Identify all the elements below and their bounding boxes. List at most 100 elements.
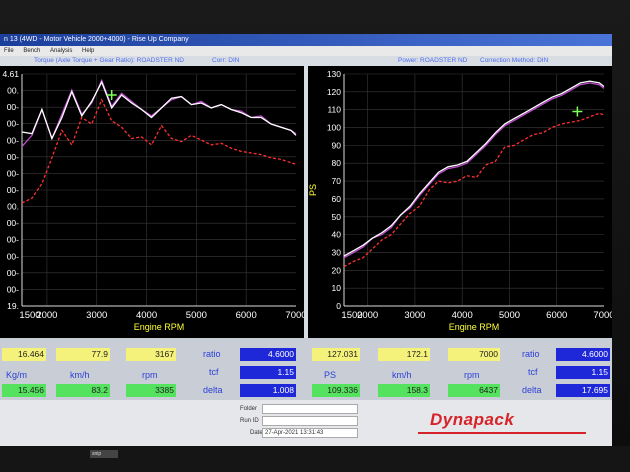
x-tick-label: 3000	[404, 310, 425, 321]
y-tick-label: 120	[327, 87, 341, 97]
y-tick-label: 19.	[7, 301, 19, 311]
folder-label: Folder	[240, 406, 258, 412]
x-tick-label: 5000	[499, 310, 520, 321]
y-tick-label: 00-	[7, 284, 19, 294]
left-label-tcf: tcf	[209, 367, 219, 377]
y-tick-label: 00.	[7, 202, 19, 212]
x-tick-label: 7000	[285, 310, 304, 321]
y-axis-label: PS	[308, 184, 318, 196]
right-unit-2: km/h	[392, 370, 412, 380]
menu-file[interactable]: File	[4, 48, 14, 54]
y-tick-label: 00-	[7, 185, 19, 195]
y-tick-label: 60	[332, 194, 342, 204]
left-delta-value: 1.008	[240, 384, 296, 397]
right-row2-value-1: 109.336	[312, 384, 360, 397]
x-tick-label: 4000	[452, 310, 473, 321]
right-ratio-value: 4.6000	[556, 348, 610, 361]
y-tick-label: 30	[332, 247, 342, 257]
left-label-delta: delta	[203, 385, 223, 395]
run-id-label: Run ID	[240, 418, 259, 424]
left-row1-value-2: 77.9	[56, 348, 110, 361]
y-tick-label: 4.61	[2, 69, 19, 79]
cursor-marker[interactable]	[572, 106, 583, 117]
y-tick-label: 90	[332, 140, 342, 150]
series-line-2	[343, 80, 605, 257]
y-tick-label: 130	[327, 69, 341, 79]
dynapack-logo: Dynapack	[430, 410, 515, 429]
left-unit-2: km/h	[70, 370, 90, 380]
x-tick-label: 7000	[593, 310, 612, 321]
y-tick-label: 00-	[7, 135, 19, 145]
run-id-field[interactable]	[262, 416, 358, 426]
x-tick-label: 4000	[136, 310, 157, 321]
y-tick-label: 00-	[7, 119, 19, 129]
left-tcf-value: 1.15	[240, 366, 296, 379]
left-unit-3: rpm	[142, 370, 158, 380]
footer: Folder Run ID Date 27-Apr-2021 13:31:43	[0, 400, 612, 446]
x-axis-label: Engine RPM	[449, 322, 500, 332]
left-unit-1: Kg/m	[6, 370, 28, 380]
date-field: 27-Apr-2021 13:31:43	[262, 428, 358, 438]
right-row1-value-3: 7000	[448, 348, 500, 361]
y-tick-label: 20	[332, 265, 342, 275]
power-panel-method: Correction Method: DIN	[480, 57, 549, 64]
right-row1-value-2: 172.1	[378, 348, 430, 361]
right-label-tcf: tcf	[528, 367, 538, 377]
logo-underline	[418, 432, 586, 434]
x-tick-label: 6000	[546, 310, 567, 321]
torque-chart-panel: 19. 00- 00- 00- 00- 00- 00. 00- 00- 00- 00- 00- 00- 0…	[0, 66, 307, 338]
menu-bench[interactable]: Bench	[23, 48, 40, 54]
left-ratio-value: 4.6000	[240, 348, 296, 361]
y-tick-label: 00-	[7, 168, 19, 178]
y-tick-label: 00.	[7, 86, 19, 96]
y-tick-label: 70	[332, 176, 342, 186]
y-tick-label: 50	[332, 212, 342, 222]
power-chart-panel: 0 10 20 30 40 50 60 70 80 90 100 110 120 130 1500 2000 3…	[308, 66, 612, 338]
power-chart: 010203040506070809010011012013015002000 3…	[308, 69, 612, 332]
right-label-delta: delta	[522, 385, 542, 395]
menu-analysis[interactable]: Analysis	[50, 48, 72, 54]
y-tick-label: 40	[332, 230, 342, 240]
right-tcf-value: 1.15	[556, 366, 610, 379]
y-tick-label: 00-	[7, 152, 19, 162]
torque-chart: 19. 00- 00- 00- 00- 00- 00. 00- 00- 00- 00- 00- 00- 0…	[2, 69, 306, 332]
right-row1-value-1: 127.031	[312, 348, 360, 361]
y-tick-label: 00-	[7, 102, 19, 112]
left-row2-value-3: 3385	[126, 384, 176, 397]
torque-panel-title: Torque (Axle Torque + Gear Ratio): ROADS…	[34, 57, 184, 64]
x-tick-label: 5000	[186, 310, 207, 321]
right-delta-value: 17.695	[556, 384, 610, 397]
power-panel-title: Power: ROADSTER ND	[398, 57, 468, 64]
readout-area: 16.464 77.9 3167 Kg/m km/h rpm 15.456 83…	[0, 338, 612, 400]
menu-bar: File Bench Analysis Help	[0, 46, 612, 56]
left-row2-value-2: 83.2	[56, 384, 110, 397]
y-tick-label: 80	[332, 158, 342, 168]
x-tick-label: 3000	[86, 310, 107, 321]
x-axis-label: Engine RPM	[134, 322, 185, 332]
folder-field[interactable]	[262, 404, 358, 414]
right-row2-value-2: 158.3	[378, 384, 430, 397]
screen: n 13 (4WD - Motor Vehicle 2000+4000) - R…	[0, 34, 612, 446]
y-tick-label: 100	[327, 123, 341, 133]
left-row1-value-3: 3167	[126, 348, 176, 361]
left-row1-value-1: 16.464	[2, 348, 46, 361]
y-tick-label: 00-	[7, 235, 19, 245]
y-tick-label: 110	[327, 105, 341, 115]
x-tick-label: 2000	[36, 310, 57, 321]
right-unit-1: PS	[324, 370, 337, 380]
left-row2-value-1: 15.456	[2, 384, 46, 397]
x-tick-label: 6000	[236, 310, 257, 321]
series-line-3	[343, 112, 605, 268]
y-tick-label: 00-	[7, 268, 19, 278]
left-label-ratio: ratio	[203, 349, 221, 359]
menu-help[interactable]: Help	[82, 48, 94, 54]
y-tick-label: 00-	[7, 218, 19, 228]
y-tick-label: 10	[332, 283, 342, 293]
right-label-ratio: ratio	[522, 349, 540, 359]
taskbar-item[interactable]: snip	[90, 450, 118, 458]
right-row2-value-3: 6437	[448, 384, 500, 397]
window-title: n 13 (4WD - Motor Vehicle 2000+4000) - R…	[0, 34, 612, 46]
date-label: Date	[250, 430, 263, 436]
x-tick-label: 2000	[357, 310, 378, 321]
torque-panel-corr: Corr: DIN	[212, 57, 240, 64]
